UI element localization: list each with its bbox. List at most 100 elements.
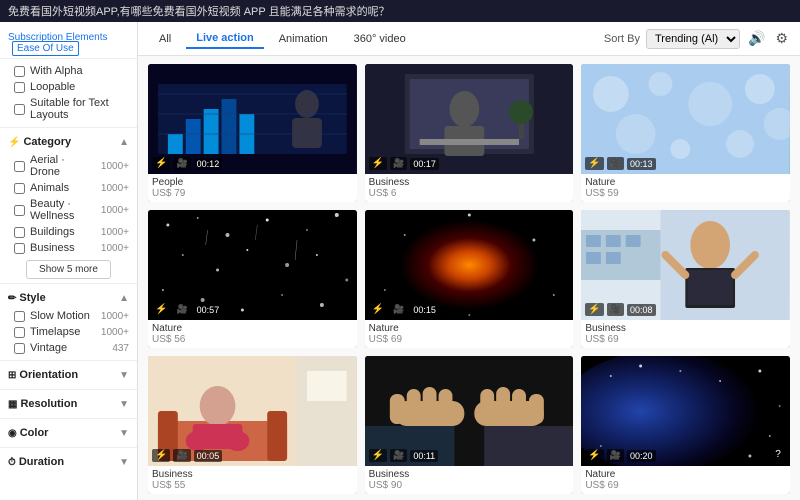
lightning-icon-3: ⚡ bbox=[588, 158, 600, 169]
timelapse-label: Timelapse bbox=[30, 326, 96, 338]
animals-checkbox[interactable] bbox=[14, 183, 25, 194]
video-card-1[interactable]: ⚡ 🎥 00:12 People US$ 79 bbox=[148, 64, 357, 202]
video-thumb-3: ⚡ 🎥 00:13 bbox=[581, 64, 790, 174]
video-thumb-8: ⚡ 🎥 00:11 bbox=[365, 356, 574, 466]
show-more-category-button[interactable]: Show 5 more bbox=[26, 260, 111, 279]
category-label: Category bbox=[23, 136, 119, 148]
video-1-price: US$ 79 bbox=[152, 188, 353, 199]
tab-live-action[interactable]: Live action bbox=[186, 29, 263, 49]
timelapse-checkbox[interactable] bbox=[14, 327, 25, 338]
resolution-chevron: ▼ bbox=[119, 399, 129, 410]
filter-bar: All Live action Animation 360° video Sor… bbox=[138, 22, 800, 56]
grid-area: ⚡ 🎥 00:12 People US$ 79 bbox=[138, 56, 800, 500]
video-card-4[interactable]: ⚡ 🎥 00:57 Nature US$ 56 bbox=[148, 210, 357, 348]
beauty-checkbox[interactable] bbox=[14, 205, 25, 216]
divider-6 bbox=[0, 447, 137, 448]
video-thumb-7: ⚡ 🎥 00:05 bbox=[148, 356, 357, 466]
business-checkbox[interactable] bbox=[14, 243, 25, 254]
duration-badge-8: 00:11 bbox=[410, 450, 438, 462]
filter-bar-right: Sort By Trending (Al) Newest Oldest 🔊 ⚙ bbox=[604, 28, 790, 49]
duration-badge-7: 00:05 bbox=[194, 450, 223, 462]
lightning-icon-4: ⚡ bbox=[155, 304, 167, 315]
video-card-6[interactable]: ⚡ 🎥 00:08 Business US$ 69 bbox=[581, 210, 790, 348]
tab-360-video[interactable]: 360° video bbox=[343, 29, 417, 49]
video-5-icons: ⚡ 🎥 00:15 bbox=[369, 303, 439, 316]
category-section[interactable]: ⚡ Category ▲ bbox=[0, 132, 137, 152]
video-9-icons: ⚡ 🎥 00:20 bbox=[585, 449, 655, 462]
video-card-5[interactable]: ⚡ 🎥 00:15 Nature US$ 69 bbox=[365, 210, 574, 348]
video-2-icons: ⚡ 🎥 00:17 bbox=[369, 157, 439, 170]
camera-badge-6: 🎥 bbox=[607, 303, 624, 316]
volume-button[interactable]: 🔊 bbox=[746, 28, 767, 49]
loopable-checkbox[interactable] bbox=[14, 82, 25, 93]
video-card-2[interactable]: ⚡ 🎥 00:17 Business US$ 6 bbox=[365, 64, 574, 202]
camera-badge-5: 🎥 bbox=[390, 303, 407, 316]
lightning-badge-5: ⚡ bbox=[369, 303, 387, 316]
sort-select[interactable]: Trending (Al) Newest Oldest bbox=[646, 29, 740, 49]
duration-section[interactable]: ⏱ Duration ▼ bbox=[0, 452, 137, 472]
orientation-label: Orientation bbox=[19, 369, 119, 381]
lightning-badge-6: ⚡ bbox=[585, 303, 603, 316]
tab-all[interactable]: All bbox=[148, 29, 182, 49]
video-2-price: US$ 6 bbox=[369, 188, 570, 199]
sidebar-item-text-layouts[interactable]: Suitable for Text Layouts bbox=[0, 95, 137, 123]
with-alpha-checkbox[interactable] bbox=[14, 66, 25, 77]
video-3-meta: Nature US$ 59 bbox=[581, 174, 790, 202]
video-9-price: US$ 69 bbox=[585, 480, 786, 491]
camera-badge-4: 🎥 bbox=[173, 303, 190, 316]
help-button[interactable]: ? bbox=[770, 446, 786, 462]
video-8-icons: ⚡ 🎥 00:11 bbox=[369, 449, 439, 462]
aerial-checkbox[interactable] bbox=[14, 161, 25, 172]
sidebar-item-vintage[interactable]: Vintage 437 bbox=[0, 340, 137, 356]
duration-badge-3: 00:13 bbox=[627, 158, 656, 170]
sidebar-item-loopable[interactable]: Loopable bbox=[0, 79, 137, 95]
sidebar-item-aerial[interactable]: Aerial · Drone 1000+ bbox=[0, 152, 137, 180]
tab-animation[interactable]: Animation bbox=[268, 29, 339, 49]
top-bar: 免费看国外短视频APP,有哪些免费看国外短视频 APP 且能满足各种需求的呢？ bbox=[0, 0, 800, 22]
video-thumb-1: ⚡ 🎥 00:12 bbox=[148, 64, 357, 174]
video-card-7[interactable]: ⚡ 🎥 00:05 Business US$ 55 bbox=[148, 356, 357, 494]
video-card-8[interactable]: ⚡ 🎥 00:11 Business US$ 90 bbox=[365, 356, 574, 494]
resolution-section[interactable]: ▦ Resolution ▼ bbox=[0, 394, 137, 414]
video-4-icons: ⚡ 🎥 00:57 bbox=[152, 303, 222, 316]
settings-button[interactable]: ⚙ bbox=[773, 28, 790, 49]
sidebar-item-beauty[interactable]: Beauty · Wellness 1000+ bbox=[0, 196, 137, 224]
lightning-icon-5: ⚡ bbox=[372, 304, 384, 315]
sidebar-item-slow-motion[interactable]: Slow Motion 1000+ bbox=[0, 308, 137, 324]
duration-badge-6: 00:08 bbox=[627, 304, 656, 316]
video-7-category: Business bbox=[152, 469, 353, 480]
vintage-checkbox[interactable] bbox=[14, 343, 25, 354]
business-label: Business bbox=[30, 242, 96, 254]
color-section[interactable]: ◉ Color ▼ bbox=[0, 423, 137, 443]
business-count: 1000+ bbox=[101, 243, 129, 254]
text-layouts-checkbox[interactable] bbox=[14, 104, 25, 115]
video-thumb-9: ⚡ 🎥 00:20 ? bbox=[581, 356, 790, 466]
video-5-meta: Nature US$ 69 bbox=[365, 320, 574, 348]
divider-2 bbox=[0, 283, 137, 284]
buildings-count: 1000+ bbox=[101, 227, 129, 238]
video-card-9[interactable]: ⚡ 🎥 00:20 ? Nature US$ 69 bbox=[581, 356, 790, 494]
lightning-badge-7: ⚡ bbox=[152, 449, 170, 462]
sidebar-item-with-alpha[interactable]: With Alpha bbox=[0, 63, 137, 79]
sidebar-item-timelapse[interactable]: Timelapse 1000+ bbox=[0, 324, 137, 340]
slow-motion-checkbox[interactable] bbox=[14, 311, 25, 322]
duration-badge-2: 00:17 bbox=[410, 158, 439, 170]
sidebar-item-business[interactable]: Business 1000+ bbox=[0, 240, 137, 256]
orientation-section[interactable]: ⊞ Orientation ▼ bbox=[0, 365, 137, 385]
sort-label: Sort By bbox=[604, 33, 640, 45]
sidebar-item-animals[interactable]: Animals 1000+ bbox=[0, 180, 137, 196]
aerial-count: 1000+ bbox=[101, 161, 129, 172]
video-1-meta: People US$ 79 bbox=[148, 174, 357, 202]
ease-badge: Ease Of Use bbox=[12, 41, 79, 56]
duration-badge-1: 00:12 bbox=[194, 158, 223, 170]
video-card-3[interactable]: ⚡ 🎥 00:13 Nature US$ 59 bbox=[581, 64, 790, 202]
style-section[interactable]: ✏ Style ▲ bbox=[0, 288, 137, 308]
video-thumb-5: ⚡ 🎥 00:15 bbox=[365, 210, 574, 320]
camera-badge-9: 🎥 bbox=[607, 449, 624, 462]
camera-badge-8: 🎥 bbox=[390, 449, 407, 462]
sidebar-item-buildings[interactable]: Buildings 1000+ bbox=[0, 224, 137, 240]
video-3-icons: ⚡ 🎥 00:13 bbox=[585, 157, 655, 170]
video-7-meta: Business US$ 55 bbox=[148, 466, 357, 494]
buildings-checkbox[interactable] bbox=[14, 227, 25, 238]
slow-motion-count: 1000+ bbox=[101, 311, 129, 322]
